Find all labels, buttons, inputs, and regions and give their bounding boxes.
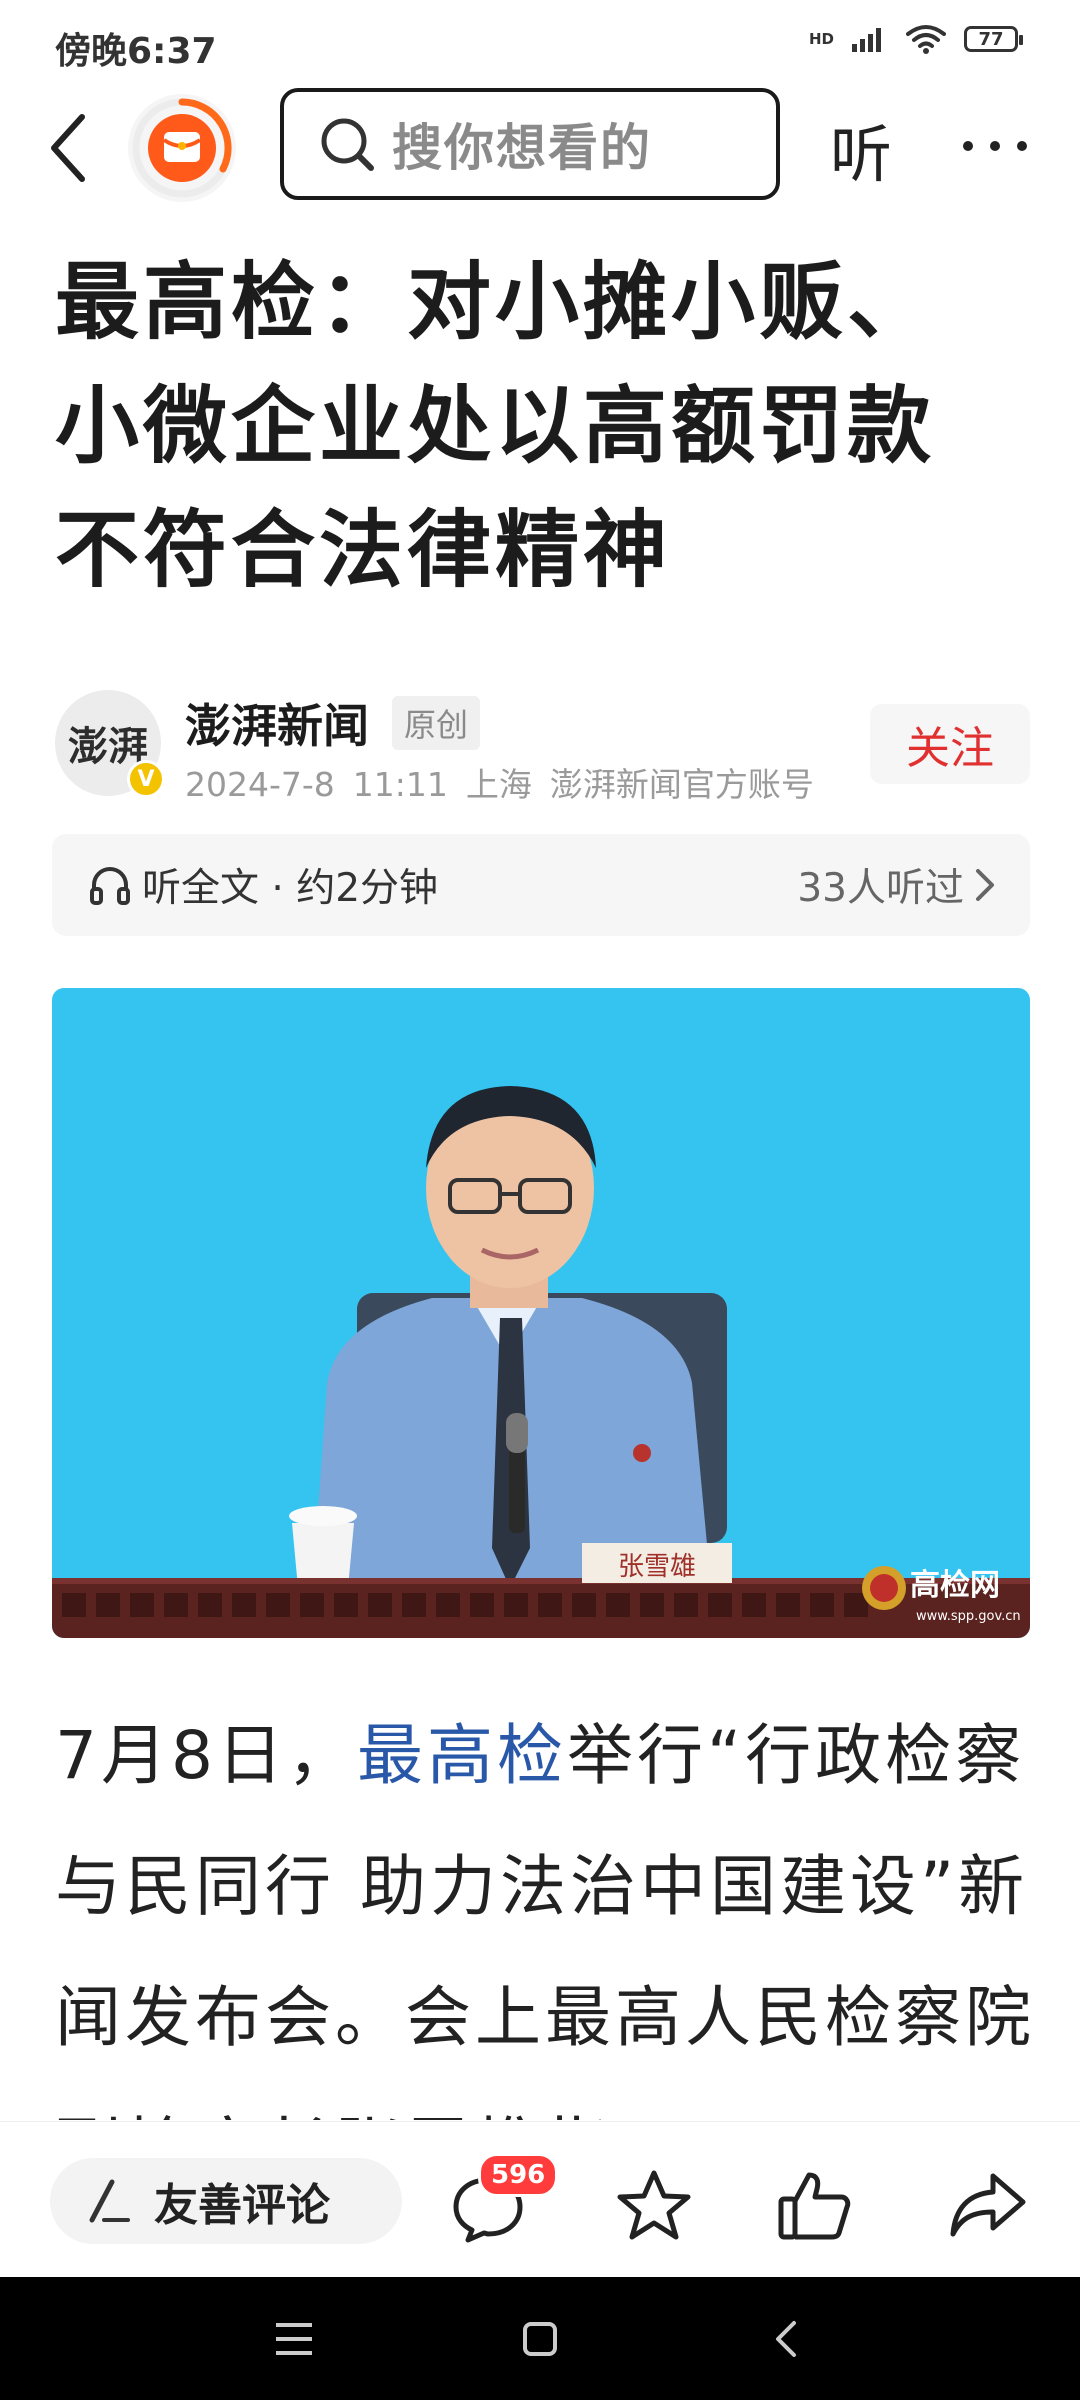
listen-count: 33人听过 [797, 866, 964, 911]
like-button[interactable] [770, 2160, 860, 2250]
author-name[interactable]: 澎湃新闻 [185, 690, 369, 756]
red-packet-icon [132, 98, 232, 198]
article-photo[interactable]: 张雪雄 高检网 www.spp.gov.cn [52, 988, 1030, 1638]
comment-placeholder: 友善评论 [154, 2180, 330, 2231]
original-badge: 原创 [392, 696, 481, 750]
listen-button[interactable]: 听 [830, 104, 892, 194]
more-icon [963, 141, 1027, 151]
entity-link[interactable]: 最高检 [357, 1717, 567, 1794]
article-title: 最高检：对小摊小贩、 小微企业处以高额罚款 不符合法律精神 [55, 240, 1035, 612]
wifi-icon [906, 25, 946, 54]
title-line: 最高检：对小摊小贩、 [55, 253, 936, 351]
thumbs-up-icon [778, 2172, 851, 2240]
share-button[interactable] [942, 2160, 1032, 2250]
follow-button[interactable]: 关注 [870, 704, 1030, 784]
publish-time: 11:11 [352, 765, 448, 804]
comment-input[interactable]: 友善评论 [50, 2158, 402, 2244]
publish-date: 2024-7-8 [185, 765, 335, 804]
author-meta: 2024-7-8 11:11 上海 澎湃新闻官方账号 [185, 758, 832, 806]
comment-count-badge: 596 [478, 2153, 559, 2197]
listen-full-text-bar[interactable]: 听全文 · 约2分钟 33人听过 [52, 834, 1030, 936]
status-time: 傍晚6:37 [55, 31, 217, 72]
nameplate-text: 张雪雄 [618, 1552, 696, 1582]
network-type: HD [808, 30, 834, 48]
battery-level: 77 [978, 28, 1004, 50]
watermark-url: www.spp.gov.cn [916, 1609, 1021, 1624]
chevron-right-icon [976, 869, 994, 901]
verified-badge: V [127, 760, 165, 798]
favorite-button[interactable] [609, 2160, 699, 2250]
home-icon[interactable] [522, 2321, 558, 2357]
share-arrow-icon [950, 2173, 1026, 2237]
watermark-text: 高检网 [910, 1568, 1000, 1603]
menu-icon[interactable] [274, 2321, 314, 2357]
headphones-icon [90, 867, 130, 905]
red-packet-button[interactable] [128, 94, 236, 202]
publish-location: 上海 [465, 765, 532, 804]
title-line: 小微企业处以高额罚款 [55, 377, 936, 475]
search-input[interactable]: 搜你想看的 [280, 88, 780, 200]
search-placeholder: 搜你想看的 [392, 119, 652, 177]
author-avatar[interactable]: 澎湃 V [55, 690, 165, 798]
account-type: 澎湃新闻官方账号 [549, 765, 814, 804]
signal-icon [852, 28, 881, 52]
title-line: 不符合法律精神 [55, 501, 672, 599]
body-prefix: 7月8日， [55, 1717, 357, 1794]
press-conference-image: 张雪雄 高检网 www.spp.gov.cn [52, 988, 1030, 1638]
back-nav-icon[interactable] [772, 2319, 798, 2359]
battery-icon: 77 [964, 26, 1023, 52]
listen-label: 听全文 · 约2分钟 [142, 866, 439, 911]
pen-icon [89, 2179, 130, 2223]
back-button[interactable] [40, 108, 96, 188]
search-icon [321, 118, 374, 171]
more-button[interactable] [960, 116, 1030, 176]
status-icons: HD 77 [808, 24, 1023, 54]
system-navigation-bar [0, 2277, 1080, 2400]
article-body: 7月8日，最高检举行“行政检察与民同行 助力法治中国建设”新闻发布会。会上最高人… [55, 1690, 1035, 2120]
star-icon [617, 2170, 691, 2240]
chevron-left-icon [51, 114, 85, 182]
